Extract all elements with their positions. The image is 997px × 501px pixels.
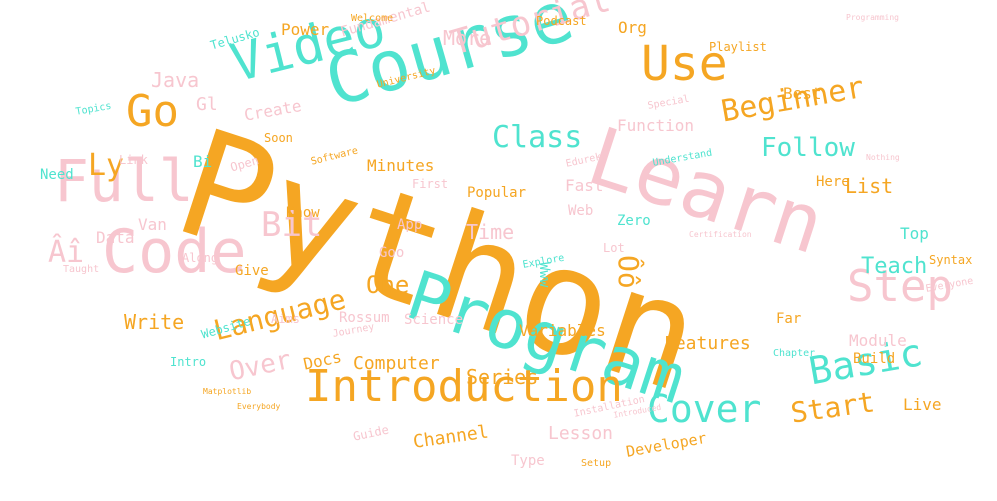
word-71: Certification: [689, 230, 752, 239]
word-81: Give: [235, 263, 269, 279]
word-63: Syntax: [929, 253, 973, 267]
word-61: List: [845, 174, 894, 198]
word-24: Teach: [861, 254, 928, 279]
word-50: Bi: [193, 152, 213, 171]
word-58: Zero: [617, 213, 651, 229]
word-73: Data: [96, 228, 135, 247]
word-36: More: [443, 26, 492, 50]
word-49: Link: [119, 153, 148, 167]
word-27: Write: [124, 310, 185, 334]
word-13: Go: [126, 86, 179, 137]
word-80: Along: [182, 251, 219, 265]
word-41: Playlist: [709, 40, 767, 54]
word-48: Need: [40, 167, 74, 183]
word-52: Minutes: [367, 156, 435, 175]
word-34: Developer: [624, 428, 708, 461]
word-65: Best: [783, 84, 822, 103]
word-15: Cover: [647, 387, 762, 431]
word-103: Programming: [846, 13, 899, 22]
word-75: Know: [286, 205, 320, 221]
word-66: Function: [617, 116, 695, 135]
word-40: Podcast: [536, 14, 587, 28]
word-97: Setup: [581, 458, 612, 469]
word-32: Channel: [411, 421, 490, 453]
word-54: First: [412, 177, 449, 191]
word-47: Topics: [74, 100, 113, 118]
word-23: Ôô: [612, 255, 645, 289]
word-16: Start: [788, 385, 877, 430]
word-59: Lot: [603, 241, 625, 255]
word-98: Chapter: [773, 348, 816, 359]
word-83: Aims: [271, 312, 300, 326]
word-67: Special: [646, 93, 691, 112]
word-26: Time: [466, 220, 515, 244]
word-88: Intro: [170, 355, 207, 369]
word-35: Java: [151, 68, 200, 92]
word-93: Guide: [351, 422, 391, 444]
word-86: Variables: [519, 321, 606, 340]
word-33: Lesson: [548, 423, 614, 444]
word-18: Class: [492, 120, 583, 155]
word-94: Type: [511, 453, 545, 469]
word-101: Live: [903, 395, 942, 414]
word-76: App: [397, 217, 423, 233]
word-91: Matplotlib: [203, 387, 252, 396]
word-46: Soon: [264, 131, 293, 145]
word-44: Gl: [196, 94, 218, 115]
word-42: Welcome: [351, 13, 394, 24]
word-100: Build: [853, 351, 896, 367]
word-85: Science: [404, 312, 464, 328]
word-82: Taught: [63, 264, 100, 275]
word-28: Over: [226, 345, 295, 388]
word-39: Org: [618, 18, 647, 37]
word-102: Far: [776, 311, 802, 327]
word-cloud: Python Learn Program Course Code Introduction…: [0, 0, 997, 501]
word-70: Nothing: [866, 153, 900, 162]
word-19: Follow: [761, 133, 855, 163]
word-45: Create: [242, 95, 303, 125]
word-55: Popular: [467, 185, 527, 201]
word-62: Top: [900, 224, 929, 243]
word-56: Fast: [565, 176, 604, 195]
word-29: Series: [466, 365, 539, 389]
word-57: Web: [568, 203, 594, 219]
word-37: Power: [281, 20, 330, 39]
word-30: Computer: [353, 353, 440, 374]
word-99: Module: [849, 331, 907, 350]
word-92: Everybody: [237, 402, 281, 411]
word-25: One: [366, 271, 410, 299]
word-77: Goo: [379, 245, 405, 261]
word-74: Van: [138, 215, 167, 234]
word-31: Features: [664, 333, 751, 354]
